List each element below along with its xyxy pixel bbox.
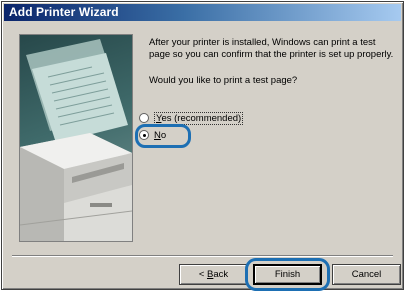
printer-illustration-icon <box>19 34 133 242</box>
no-option-highlight-ring <box>135 124 191 148</box>
description-text: After your printer is installed, Windows… <box>149 37 394 60</box>
cancel-button[interactable]: Cancel <box>332 264 401 285</box>
radio-yes-icon[interactable] <box>139 113 149 124</box>
title-bar: Add Printer Wizard <box>4 4 401 21</box>
window-title: Add Printer Wizard <box>9 5 119 19</box>
question-text: Would you like to print a test page? <box>149 75 298 86</box>
finish-button-highlight-ring <box>245 258 330 291</box>
back-button[interactable]: < Back <box>179 264 248 285</box>
add-printer-wizard-dialog: Add Printer Wizard After your printer is… <box>1 1 404 291</box>
button-area-divider <box>12 255 393 257</box>
